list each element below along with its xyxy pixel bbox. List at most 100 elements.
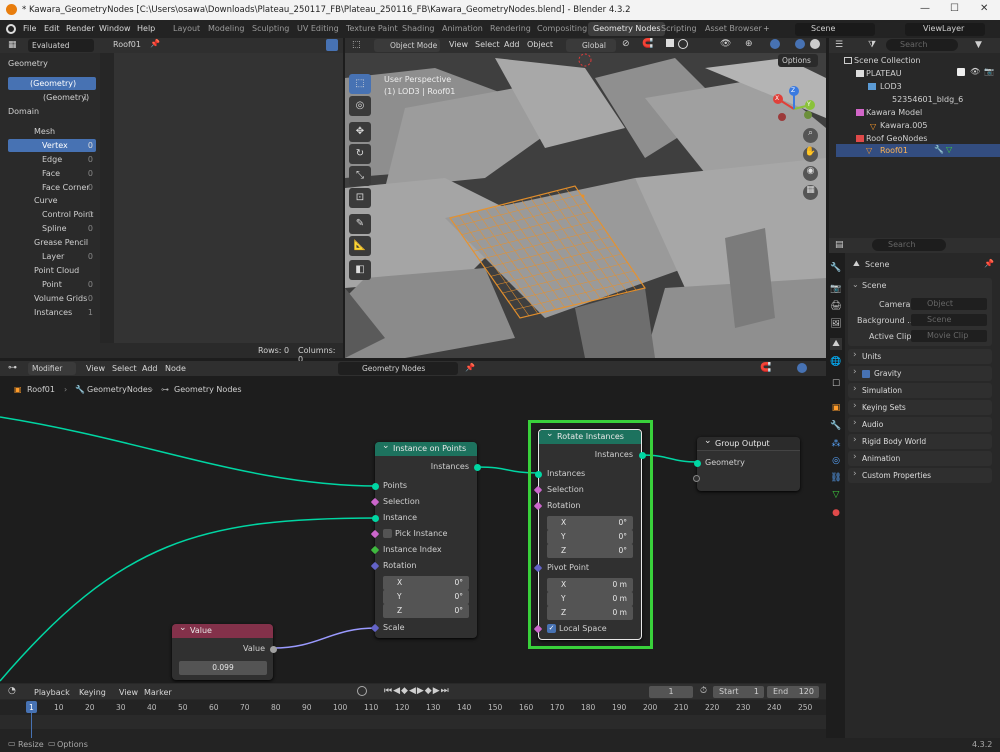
constraints-tab-icon[interactable]: ⛓ [830, 472, 842, 484]
playback-controls[interactable]: ⏮◀◆◀▶◆▶⏭ [384, 686, 450, 696]
rot-rotation-z-field[interactable]: Z 0° [547, 544, 633, 558]
value-node-header[interactable]: Value [172, 621, 273, 638]
units-panel[interactable]: Units [848, 348, 992, 364]
geometry-item-original[interactable]: (Geometry) 1 [8, 91, 96, 104]
move-tool[interactable]: ✥ [349, 122, 371, 142]
outliner-funnel-icon[interactable]: ▼ [975, 40, 982, 50]
tab-shading[interactable]: Shading [397, 22, 440, 36]
overlay-toggle-icon[interactable] [678, 39, 688, 49]
viewport-menu-select[interactable]: Select [475, 40, 500, 49]
iop-rotation-y-field[interactable]: Y 0° [383, 590, 469, 604]
hide-eye-icon[interactable]: 👁 [970, 67, 980, 76]
snap-icon[interactable]: 🧲 [642, 39, 653, 49]
tab-rendering[interactable]: Rendering [485, 22, 536, 36]
viewport-editor-type-icon[interactable]: ⬚ [352, 40, 361, 50]
menu-file[interactable]: File [23, 24, 36, 33]
timeline-editor-type-icon[interactable]: ◔ [8, 686, 16, 696]
domain-mesh[interactable]: Mesh [8, 125, 96, 138]
maximize-button[interactable]: ☐ [950, 3, 959, 14]
menu-render[interactable]: Render [66, 24, 94, 33]
render-camera-icon[interactable]: 📷 [984, 67, 994, 76]
view-layer-selector[interactable]: ViewLayer [905, 23, 985, 36]
blender-menu-icon[interactable] [6, 24, 16, 34]
tab-asset-browser[interactable]: Asset Browser [700, 22, 767, 36]
rot-rotation-y-field[interactable]: Y 0° [547, 530, 633, 544]
properties-search-input[interactable]: Search [872, 239, 946, 251]
tab-texture-paint[interactable]: Texture Paint [341, 22, 403, 36]
visibility-icon[interactable]: 👁 [720, 39, 731, 49]
pivot-icon[interactable]: ⊘ [622, 39, 630, 49]
viewport-menu-view[interactable]: View [449, 40, 468, 49]
pick-instance-checkbox[interactable] [383, 529, 392, 538]
world-tab-icon[interactable]: 🌐 [830, 356, 842, 368]
keying-sets-panel[interactable]: Keying Sets [848, 399, 992, 415]
ortho-grid-icon[interactable]: ▦ [803, 185, 818, 200]
rot-pivot-z-field[interactable]: Z0 m [547, 606, 633, 620]
scale-tool[interactable]: ⤡ [349, 166, 371, 186]
tab-geometry-nodes[interactable]: Geometry Nodes [588, 22, 666, 36]
data-tab-icon[interactable]: ▽ [830, 489, 842, 501]
menu-edit[interactable]: Edit [44, 24, 60, 33]
domain-grease-pencil[interactable]: Grease Pencil [8, 236, 96, 249]
iop-rotation-x-field[interactable]: X 0° [383, 576, 469, 590]
tab-sculpting[interactable]: Sculpting [247, 22, 294, 36]
geometry-item-evaluated[interactable]: (Geometry) [8, 77, 96, 90]
outliner-search-input[interactable]: Search [886, 39, 958, 51]
rot-instances-in-socket[interactable] [535, 471, 542, 478]
iop-instance-socket[interactable] [372, 515, 379, 522]
audio-panel[interactable]: Audio [848, 416, 992, 432]
timeline-menu-marker[interactable]: Marker [144, 688, 172, 697]
material-tab-icon[interactable]: ● [830, 507, 842, 519]
add-workspace-button[interactable]: + [763, 24, 770, 33]
proportional-edit-icon[interactable] [666, 39, 674, 47]
physics-tab-icon[interactable]: ◎ [830, 455, 842, 467]
menu-help[interactable]: Help [137, 24, 155, 33]
options-dropdown[interactable]: Options [778, 54, 818, 67]
iop-rotation-z-field[interactable]: Z 0° [383, 604, 469, 618]
viewport-menu-object[interactable]: Object [527, 40, 553, 49]
tab-uv-editing[interactable]: UV Editing [292, 22, 344, 36]
domain-face-corner[interactable]: Face Corner 0 [8, 181, 96, 194]
menu-window[interactable]: Window [99, 24, 131, 33]
rotate-instances-node[interactable]: Rotate Instances Instances Instances Sel… [533, 427, 646, 640]
properties-pin-icon[interactable]: 📌 [984, 259, 994, 268]
tab-animation[interactable]: Animation [437, 22, 488, 36]
rigid-body-world-panel[interactable]: Rigid Body World [848, 433, 992, 449]
outliner-editor-type-icon[interactable]: ☰ [835, 40, 843, 50]
outliner-scene-collection[interactable]: Scene Collection [836, 54, 996, 67]
domain-volume-grids[interactable]: Volume Grids 0 [8, 292, 96, 305]
gizmo-icon[interactable]: ⊕ [745, 39, 753, 49]
3d-viewport[interactable] [345, 38, 826, 358]
shading-solid-icon[interactable] [795, 39, 805, 49]
filter-icon[interactable] [326, 39, 338, 51]
value-output-socket[interactable] [270, 646, 277, 653]
domain-point-cloud[interactable]: Point Cloud [8, 264, 96, 277]
rot-instances-out-socket[interactable] [639, 452, 646, 459]
value-field[interactable]: 0.099 [179, 661, 267, 675]
scene-selector[interactable]: Scene [795, 23, 875, 36]
measure-tool[interactable]: 📐 [349, 236, 371, 256]
start-frame-field[interactable]: Start 1 [713, 686, 764, 698]
render-tab-icon[interactable]: 📷 [830, 283, 842, 295]
camera-field[interactable]: Object [911, 298, 987, 310]
scene-panel-title[interactable]: Scene [862, 281, 886, 290]
instance-on-points-header[interactable]: Instance on Points [375, 439, 477, 456]
tab-layout[interactable]: Layout [168, 22, 205, 36]
rotate-tool[interactable]: ↻ [349, 144, 371, 164]
zoom-icon[interactable]: ⌕ [803, 128, 818, 143]
add-cube-tool[interactable]: ◧ [349, 260, 371, 280]
object-mode-dropdown[interactable]: Object Mode [374, 39, 440, 52]
domain-instances[interactable]: Instances 1 [8, 306, 96, 319]
object-tab-icon[interactable]: ▣ [830, 402, 842, 414]
camera-view-icon[interactable]: ◉ [803, 166, 818, 181]
pin-icon[interactable]: 📌 [150, 39, 160, 48]
domain-face[interactable]: Face 0 [8, 167, 96, 180]
group-output-node[interactable]: Group Output Geometry [693, 434, 800, 491]
tab-scripting[interactable]: Scripting [656, 22, 702, 36]
properties-editor-type-icon[interactable]: ▤ [835, 240, 844, 250]
output-tab-icon[interactable]: 🖨 [830, 300, 842, 312]
domain-curve[interactable]: Curve [8, 194, 96, 207]
outliner-lod3[interactable]: LOD3 [836, 80, 996, 93]
timeline-menu-keying[interactable]: Keying [79, 688, 106, 697]
domain-layer[interactable]: Layer 0 [8, 250, 96, 263]
